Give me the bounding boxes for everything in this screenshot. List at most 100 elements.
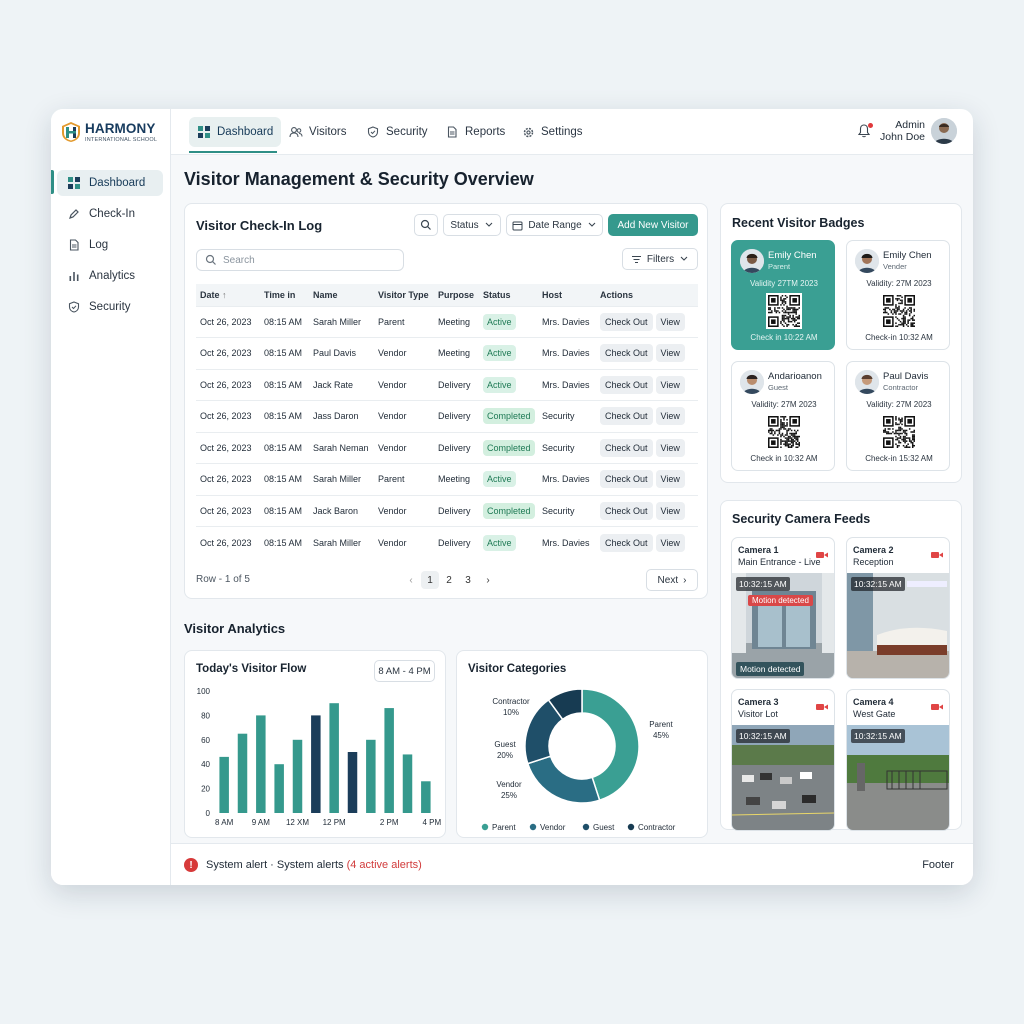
view-button[interactable]: View	[655, 407, 685, 426]
camera-name: Camera 1	[738, 545, 779, 555]
qr-code-icon	[881, 414, 917, 450]
status-filter-dropdown[interactable]: Status	[443, 214, 501, 236]
cell-visitor-type: Vendor	[374, 526, 434, 558]
filters-button[interactable]: Filters	[622, 248, 698, 270]
page-1-button[interactable]: 1	[421, 571, 439, 589]
check-out-button[interactable]: Check Out	[600, 501, 653, 520]
view-button[interactable]: View	[655, 344, 685, 363]
cell-time: 08:15 AM	[260, 305, 309, 338]
sidebar-item-analytics[interactable]: Analytics	[57, 263, 163, 289]
view-button[interactable]: View	[655, 438, 685, 457]
camera-location: West Gate	[853, 709, 896, 719]
tab-label: Visitors	[309, 126, 347, 138]
visitor-badge-card[interactable]: Paul Davis Contractor Validity: 27M 2023 Ch…	[846, 361, 950, 471]
page-3-button[interactable]: 3	[459, 571, 477, 589]
cell-date: Oct 26, 2023	[196, 463, 260, 495]
chevron-right-icon[interactable]: ›	[479, 571, 497, 589]
camera-feed-tile[interactable]: Camera 1 Main Entrance - Live 10:32:15 AM M…	[731, 537, 835, 679]
visitor-badge-card[interactable]: Andarioanon Guest Validity: 27M 2023 Check …	[731, 361, 835, 471]
view-button[interactable]: View	[655, 533, 685, 552]
cell-status: Active	[479, 526, 538, 558]
chevron-left-icon[interactable]: ‹	[402, 571, 420, 589]
camera-feed-tile[interactable]: Camera 4 West Gate 10:32:15 AM	[846, 689, 950, 831]
camera-timestamp: 10:32:15 AM	[851, 729, 905, 743]
visitor-badge-card[interactable]: Emily Chen Parent Validity 27TM 2023 Check …	[731, 240, 835, 350]
notifications-button[interactable]	[857, 123, 873, 141]
tab-visitors[interactable]: Visitors	[281, 117, 355, 147]
cell-status: Completed	[479, 431, 538, 464]
check-out-button[interactable]: Check Out	[600, 470, 653, 489]
avatar[interactable]	[931, 118, 957, 144]
column-name: Name	[309, 284, 374, 306]
next-page-button[interactable]: Next ›	[646, 569, 698, 591]
bar	[256, 715, 266, 813]
column-date[interactable]: Date ↑	[196, 284, 260, 306]
cell-host: Mrs. Davies	[538, 368, 596, 401]
check-out-button[interactable]: Check Out	[600, 407, 653, 426]
page-2-button[interactable]: 2	[440, 571, 458, 589]
sidebar-active-indicator	[51, 170, 54, 194]
y-tick-label: 100	[197, 687, 211, 696]
check-out-button[interactable]: Check Out	[600, 312, 653, 331]
cell-date: Oct 26, 2023	[196, 337, 260, 369]
sidebar-item-check-in[interactable]: Check-In	[57, 201, 163, 227]
cell-actions: Check Out View	[596, 337, 698, 369]
cell-purpose: Delivery	[434, 431, 479, 464]
check-out-button[interactable]: Check Out	[600, 533, 653, 552]
cell-time: 08:15 AM	[260, 400, 309, 432]
camera-feed-tile[interactable]: Camera 2 Reception 10:32:15 AM	[846, 537, 950, 679]
tab-dashboard[interactable]: Dashboard	[189, 117, 282, 147]
cell-status: Active	[479, 305, 538, 338]
view-button[interactable]: View	[655, 501, 685, 520]
document-icon	[67, 238, 81, 252]
y-tick-label: 20	[201, 785, 210, 794]
column-host: Host	[538, 284, 596, 306]
cell-host: Security	[538, 431, 596, 464]
check-out-button[interactable]: Check Out	[600, 344, 653, 363]
cell-visitor-type: Vendor	[374, 400, 434, 432]
add-new-visitor-button[interactable]: Add New Visitor	[608, 214, 698, 236]
grid-icon	[197, 125, 211, 139]
tab-label: Reports	[465, 126, 506, 138]
table-header-row: Date ↑ Time in Name Visitor Type Purpose…	[196, 284, 698, 306]
search-button[interactable]	[414, 214, 438, 236]
cell-host: Mrs. Davies	[538, 526, 596, 558]
date-range-dropdown[interactable]: Date Range	[506, 214, 603, 236]
check-out-button[interactable]: Check Out	[600, 375, 653, 394]
system-alert-text[interactable]: System alert · System alerts (4 active a…	[206, 859, 422, 871]
view-button[interactable]: View	[655, 470, 685, 489]
visitor-flow-title: Today's Visitor Flow	[196, 663, 307, 675]
cell-status: Completed	[479, 400, 538, 432]
camera-video-feed: 10:32:15 AM	[732, 725, 834, 830]
tab-security[interactable]: Security	[358, 117, 436, 147]
sidebar-item-log[interactable]: Log	[57, 232, 163, 258]
tab-settings[interactable]: Settings	[513, 117, 591, 147]
search-field[interactable]	[196, 249, 404, 271]
cell-purpose: Delivery	[434, 526, 479, 558]
view-button[interactable]: View	[655, 312, 685, 331]
notification-dot	[868, 123, 873, 128]
check-out-button[interactable]: Check Out	[600, 438, 653, 457]
status-filter-label: Status	[450, 219, 479, 231]
time-range-selector[interactable]: 8 AM - 4 PM	[374, 660, 435, 682]
cell-time: 08:15 AM	[260, 337, 309, 369]
visitor-flow-card: Today's Visitor Flow 8 AM - 4 PM 0 20 40 60…	[184, 650, 446, 838]
view-button[interactable]: View	[655, 375, 685, 394]
camera-feed-tile[interactable]: Camera 3 Visitor Lot 10:32:15 AM	[731, 689, 835, 831]
chevron-down-icon	[588, 222, 596, 227]
user-name: John Doe	[880, 131, 925, 143]
sidebar-item-security[interactable]: Security	[57, 294, 163, 320]
user-info[interactable]: Admin John Doe	[877, 119, 925, 143]
sidebar-item-dashboard[interactable]: Dashboard	[57, 170, 163, 196]
visitor-categories-title: Visitor Categories	[468, 663, 567, 675]
visitor-badge-card[interactable]: Emily Chen Vender Validity: 27M 2023 Check-…	[846, 240, 950, 350]
badge-validity: Validity 27TM 2023	[750, 279, 818, 288]
sidebar-item-label: Dashboard	[89, 177, 146, 189]
bar	[237, 733, 248, 813]
cell-date: Oct 26, 2023	[196, 431, 260, 464]
tab-reports[interactable]: Reports	[437, 117, 513, 147]
badge-validity: Validity: 27M 2023	[751, 400, 817, 409]
search-input[interactable]	[223, 254, 393, 266]
donut-slice	[526, 755, 601, 804]
slice-label: Guest	[494, 740, 516, 749]
